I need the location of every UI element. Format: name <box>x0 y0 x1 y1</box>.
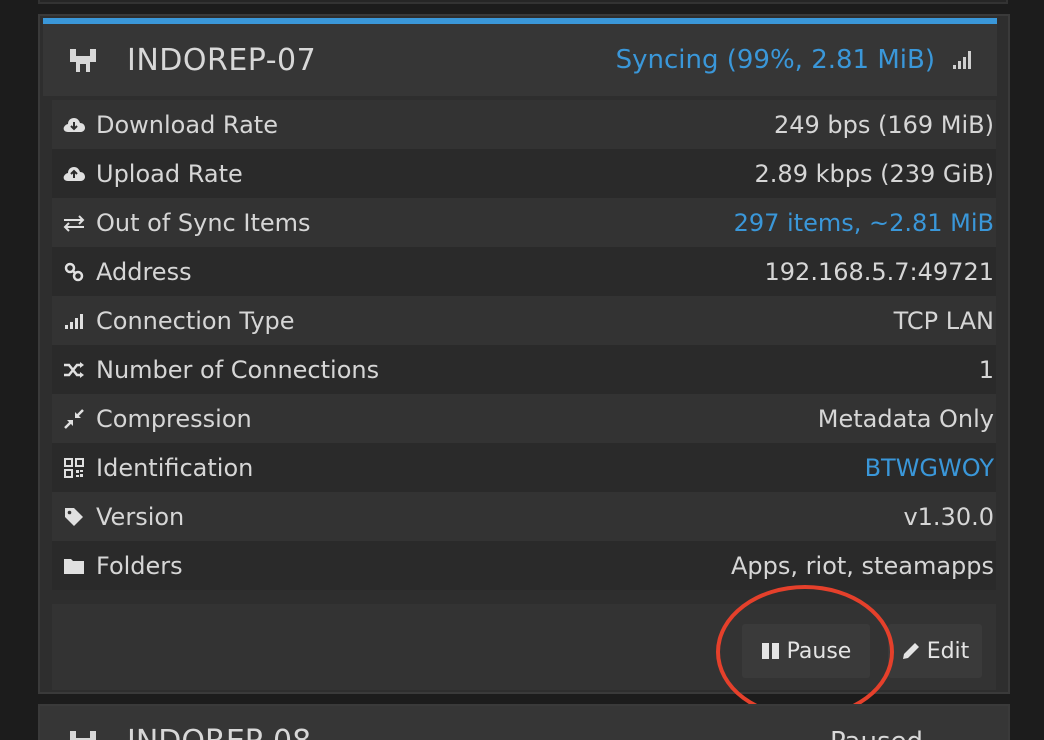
row-value: 1 <box>978 355 994 384</box>
row-label: Identification <box>96 453 254 482</box>
detail-row-folders: Folders Apps, riot, steamapps <box>52 541 996 590</box>
server-icon <box>69 47 97 73</box>
qrcode-icon <box>60 456 88 480</box>
next-device-panel[interactable]: INDOREP-08 Paused <box>38 704 1010 740</box>
edit-button-label: Edit <box>926 638 970 664</box>
row-label: Folders <box>96 551 183 580</box>
row-value: 2.89 kbps (239 GiB) <box>754 159 994 188</box>
detail-row-out-of-sync: Out of Sync Items 297 items, ~2.81 MiB <box>52 198 996 247</box>
device-panel: INDOREP-07 Syncing (99%, 2.81 MiB) Downl… <box>38 14 1010 694</box>
detail-row-address: Address 192.168.5.7:49721 <box>52 247 996 296</box>
server-icon <box>69 729 97 740</box>
detail-row-identification: Identification BTWGWOY <box>52 443 996 492</box>
next-device-name: INDOREP-08 <box>127 724 311 740</box>
row-label: Number of Connections <box>96 355 380 384</box>
tag-icon <box>60 505 88 529</box>
device-name: INDOREP-07 <box>127 42 317 78</box>
row-label: Compression <box>96 404 252 433</box>
device-details-table: Download Rate 249 bps (169 MiB) Upload R… <box>52 100 996 590</box>
row-value: v1.30.0 <box>903 502 994 531</box>
cloud-download-icon <box>60 113 88 137</box>
row-value: 192.168.5.7:49721 <box>764 257 994 286</box>
row-value: Apps, riot, steamapps <box>731 551 994 580</box>
folder-icon <box>60 554 88 578</box>
pause-icon <box>761 642 781 660</box>
device-id-link[interactable]: BTWGWOY <box>865 454 994 482</box>
detail-row-compression: Compression Metadata Only <box>52 394 996 443</box>
detail-row-version: Version v1.30.0 <box>52 492 996 541</box>
pause-button[interactable]: Pause <box>742 624 870 678</box>
row-value: TCP LAN <box>893 306 994 335</box>
edit-button[interactable]: Edit <box>888 624 982 678</box>
link-icon <box>60 260 88 284</box>
sync-status-text: Syncing (99%, 2.81 MiB) <box>615 45 935 75</box>
device-sync-status: Syncing (99%, 2.81 MiB) <box>616 45 971 75</box>
random-icon <box>60 358 88 382</box>
detail-row-connections: Number of Connections 1 <box>52 345 996 394</box>
pencil-icon <box>901 641 921 661</box>
detail-row-upload-rate: Upload Rate 2.89 kbps (239 GiB) <box>52 149 996 198</box>
syncthing-devices-page: INDOREP-07 Syncing (99%, 2.81 MiB) Downl… <box>0 0 1044 740</box>
detail-row-download-rate: Download Rate 249 bps (169 MiB) <box>52 100 996 149</box>
detail-row-connection-type: Connection Type TCP LAN <box>52 296 996 345</box>
out-of-sync-items-link[interactable]: 297 items, ~2.81 MiB <box>734 209 994 237</box>
row-label: Version <box>96 502 185 531</box>
signal-bars-icon <box>953 51 971 69</box>
compress-icon <box>60 407 88 431</box>
cloud-upload-icon <box>60 162 88 186</box>
exchange-icon <box>60 211 88 235</box>
row-value: Metadata Only <box>817 404 994 433</box>
row-value: 249 bps (169 MiB) <box>773 110 994 139</box>
pause-button-label: Pause <box>786 638 852 664</box>
device-panel-footer: Pause Edit <box>52 604 996 690</box>
row-label: Connection Type <box>96 306 295 335</box>
next-device-status: Paused <box>830 727 923 740</box>
device-panel-heading[interactable]: INDOREP-07 Syncing (99%, 2.81 MiB) <box>43 24 997 96</box>
row-label: Upload Rate <box>96 159 243 188</box>
signal-bars-icon <box>60 309 88 333</box>
row-label: Out of Sync Items <box>96 208 311 237</box>
row-label: Download Rate <box>96 110 278 139</box>
row-label: Address <box>96 257 192 286</box>
previous-device-panel <box>38 0 1008 4</box>
